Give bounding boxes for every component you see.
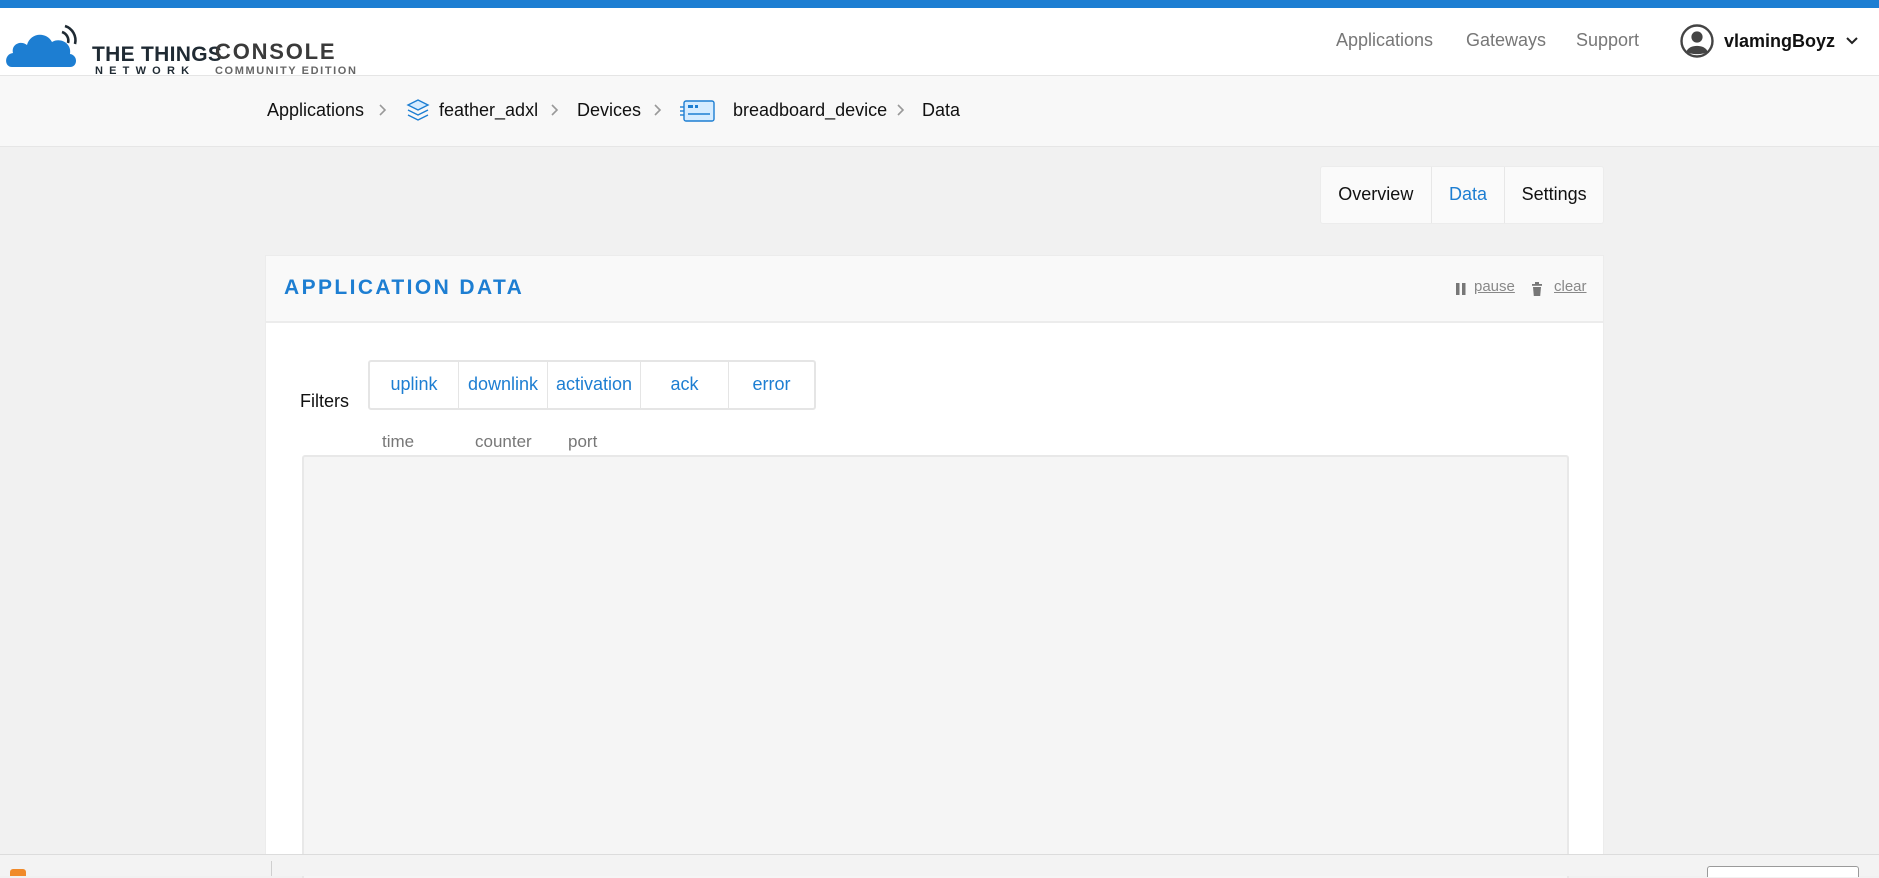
nav-applications[interactable]: Applications [1336,8,1433,75]
filter-ack[interactable]: ack [641,362,729,408]
chevron-right-icon [654,104,662,116]
footer-bar [0,854,1879,877]
breadcrumb-devices[interactable]: Devices [577,76,641,146]
chevron-right-icon [897,104,905,116]
filter-toggle-group: uplink downlink activation ack error [368,360,816,410]
chevron-right-icon [379,104,387,116]
column-header-time: time [382,432,415,451]
filter-downlink[interactable]: downlink [459,362,548,408]
nav-gateways[interactable]: Gateways [1466,8,1546,75]
trash-icon[interactable] [1531,282,1543,296]
username: vlamingBoyz [1724,30,1836,51]
layers-icon [406,99,430,121]
panel-header: APPLICATION DATA pause clear [266,256,1603,323]
brand-name: THE THINGS [92,43,223,66]
application-data-panel: APPLICATION DATA pause clear Filters upl… [265,255,1604,878]
cloud-icon [6,24,77,67]
breadcrumb-applications[interactable]: Applications [267,76,364,146]
column-header-counter: counter [475,432,532,451]
tab-data[interactable]: Data [1432,167,1506,223]
footer-button[interactable] [1707,866,1859,877]
device-tabs: Overview Data Settings [1320,166,1604,224]
ttn-logo[interactable]: THE THINGS NETWORK CONSOLE COMMUNITY EDI… [4,23,364,77]
user-avatar-icon [1680,24,1714,58]
pause-button[interactable]: pause [1474,256,1515,318]
filter-activation[interactable]: activation [548,362,641,408]
panel-title: APPLICATION DATA [284,276,525,299]
footer-divider [271,861,272,876]
data-list[interactable] [302,455,1569,878]
top-accent-bar [0,0,1879,8]
header: THE THINGS NETWORK CONSOLE COMMUNITY EDI… [0,8,1879,77]
pause-icon[interactable] [1455,282,1467,296]
breadcrumb-application[interactable]: feather_adxl [439,76,538,146]
filter-uplink[interactable]: uplink [370,362,459,408]
chevron-right-icon [551,104,559,116]
filter-error[interactable]: error [729,362,814,408]
nav-support[interactable]: Support [1576,8,1639,75]
breadcrumb-device[interactable]: breadboard_device [733,76,887,146]
clear-button[interactable]: clear [1554,256,1587,318]
breadcrumb-current-data: Data [922,100,961,120]
tab-overview[interactable]: Overview [1321,167,1432,223]
user-menu[interactable]: vlamingBoyz [1680,24,1859,58]
column-header-port: port [568,432,598,451]
tab-settings[interactable]: Settings [1505,167,1603,223]
device-board-icon [680,100,715,122]
filters-label: Filters [300,391,349,411]
console-title: CONSOLE [215,39,337,64]
breadcrumb: Applications feather_adxl Devices breadb… [0,76,1879,147]
chevron-down-icon [1846,37,1858,45]
